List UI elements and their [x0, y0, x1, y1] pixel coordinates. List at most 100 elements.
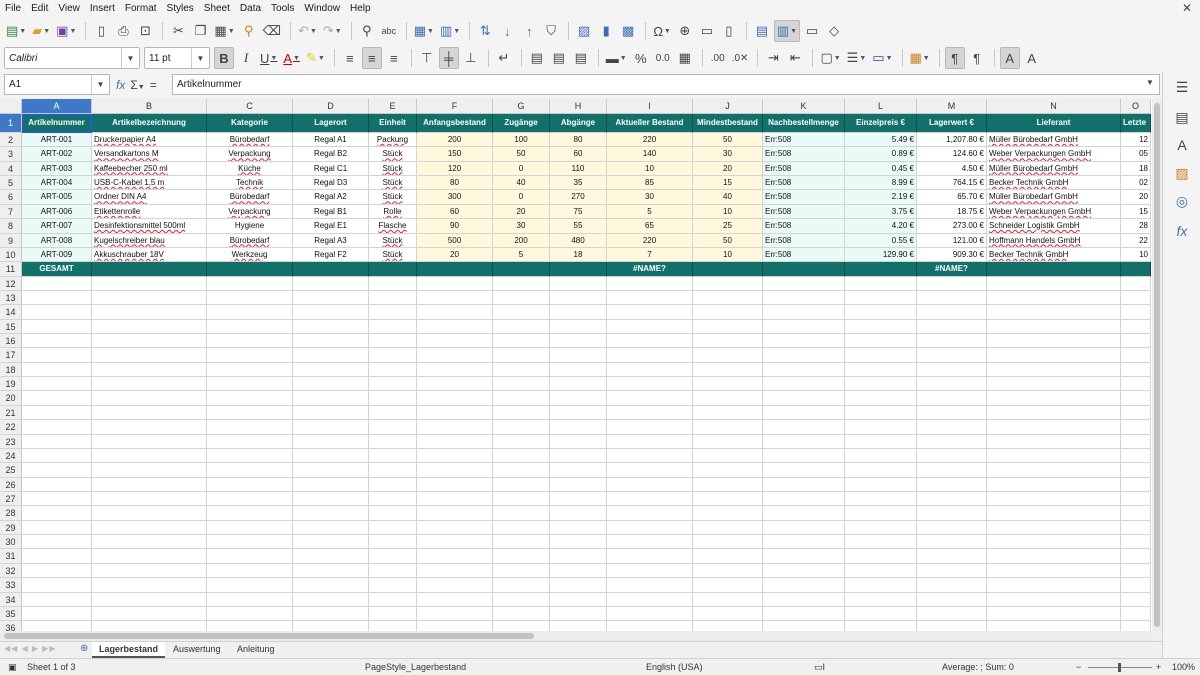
cell-d1[interactable]: Lagerort	[293, 114, 369, 133]
cell-h21[interactable]	[550, 405, 607, 421]
cell-h14[interactable]	[550, 305, 607, 320]
date-format-icon[interactable]: ▦	[675, 47, 695, 69]
cell-c9[interactable]: Bürobedarf	[207, 233, 293, 248]
cell-a19[interactable]	[22, 377, 92, 392]
navigator-icon[interactable]: ◎	[1173, 192, 1191, 210]
scroll-thumb[interactable]	[4, 633, 534, 639]
cell-e31[interactable]	[369, 549, 417, 564]
chevron-down-icon[interactable]: ▼	[191, 48, 209, 68]
cell-a12[interactable]	[22, 276, 92, 291]
cell-d12[interactable]	[293, 276, 369, 291]
cell-b32[interactable]	[92, 563, 207, 579]
cell-c25[interactable]	[207, 463, 293, 478]
name-box[interactable]: A1 ▼	[4, 74, 110, 95]
cell-f35[interactable]	[417, 606, 493, 622]
cell-o10[interactable]: 10	[1121, 247, 1151, 263]
cell-m28[interactable]	[917, 506, 987, 521]
cell-j23[interactable]	[693, 434, 763, 449]
cell-o21[interactable]	[1121, 405, 1151, 421]
cell-d35[interactable]	[293, 606, 369, 622]
cell-a22[interactable]	[22, 420, 92, 435]
cell-c21[interactable]	[207, 405, 293, 421]
cell-l27[interactable]	[845, 492, 917, 507]
row-header-22[interactable]: 22	[0, 420, 22, 435]
cell-k2[interactable]: Err:508	[763, 133, 845, 148]
cell-i30[interactable]	[607, 535, 693, 550]
cell-l32[interactable]	[845, 563, 917, 579]
cell-o1[interactable]: Letzte	[1121, 114, 1151, 133]
cell-i32[interactable]	[607, 563, 693, 579]
cell-d4[interactable]: Regal C1	[293, 161, 369, 177]
cell-m20[interactable]	[917, 391, 987, 406]
cell-h25[interactable]	[550, 463, 607, 478]
cell-e18[interactable]	[369, 362, 417, 378]
cell-b2[interactable]: Druckerpapier A4	[92, 133, 207, 148]
cell-a8[interactable]: ART-007	[22, 219, 92, 234]
cell-m2[interactable]: 1,207.80 €	[917, 133, 987, 148]
cell-m33[interactable]	[917, 578, 987, 593]
cell-g7[interactable]: 20	[493, 204, 550, 220]
cell-j25[interactable]	[693, 463, 763, 478]
cell-j19[interactable]	[693, 377, 763, 392]
clone-formatting-icon[interactable]: ⚲	[239, 20, 259, 42]
cell-k24[interactable]	[763, 448, 845, 464]
align-right-icon[interactable]: ≡	[384, 47, 404, 69]
cell-g26[interactable]	[493, 477, 550, 492]
menu-insert[interactable]: Insert	[85, 0, 120, 17]
define-print-area-icon[interactable]: ▤	[752, 20, 772, 42]
cell-l21[interactable]	[845, 405, 917, 421]
cell-d14[interactable]	[293, 305, 369, 320]
cell-l8[interactable]: 4.20 €	[845, 219, 917, 234]
cell-e1[interactable]: Einheit	[369, 114, 417, 133]
menu-icon[interactable]: ☰	[1173, 78, 1191, 96]
cell-k12[interactable]	[763, 276, 845, 291]
save-icon[interactable]: ▣ ▼	[54, 20, 78, 42]
cell-d9[interactable]: Regal A3	[293, 233, 369, 248]
bold-icon[interactable]: B	[214, 47, 234, 69]
cell-b28[interactable]	[92, 506, 207, 521]
cell-o5[interactable]: 02	[1121, 176, 1151, 191]
row-header-25[interactable]: 25	[0, 463, 22, 478]
cell-a34[interactable]	[22, 592, 92, 607]
cell-g12[interactable]	[493, 276, 550, 291]
cell-k3[interactable]: Err:508	[763, 147, 845, 162]
cell-k30[interactable]	[763, 535, 845, 550]
cell-l26[interactable]	[845, 477, 917, 492]
column-icon[interactable]: ▥ ▼	[438, 20, 462, 42]
formula-input[interactable]: Artikelnummer	[172, 74, 1160, 95]
cell-a36[interactable]	[22, 621, 92, 631]
paste-icon[interactable]: ▦ ▼	[212, 20, 236, 42]
cell-l20[interactable]	[845, 391, 917, 406]
row-header-6[interactable]: 6	[0, 190, 22, 205]
sort-descending-icon[interactable]: ↑	[519, 20, 539, 42]
cell-h9[interactable]: 480	[550, 233, 607, 248]
zoom-knob[interactable]	[1118, 663, 1121, 672]
cell-d6[interactable]: Regal A2	[293, 190, 369, 205]
cell-c22[interactable]	[207, 420, 293, 435]
cell-b7[interactable]: Etikettenrolle	[92, 204, 207, 220]
cell-j33[interactable]	[693, 578, 763, 593]
cell-e15[interactable]	[369, 319, 417, 335]
cell-l35[interactable]	[845, 606, 917, 622]
cell-o33[interactable]	[1121, 578, 1151, 593]
cell-a32[interactable]	[22, 563, 92, 579]
cell-d29[interactable]	[293, 520, 369, 536]
cell-j34[interactable]	[693, 592, 763, 607]
cell-i10[interactable]: 7	[607, 247, 693, 263]
styles-icon[interactable]: A	[1173, 136, 1191, 154]
cell-h20[interactable]	[550, 391, 607, 406]
cell-c15[interactable]	[207, 319, 293, 335]
menu-data[interactable]: Data	[235, 0, 266, 17]
cell-g14[interactable]	[493, 305, 550, 320]
cell-c24[interactable]	[207, 448, 293, 464]
cell-n22[interactable]	[987, 420, 1121, 435]
cell-a16[interactable]	[22, 334, 92, 349]
align-left-icon[interactable]: ≡	[340, 47, 360, 69]
cell-e9[interactable]: Stück	[369, 233, 417, 248]
cell-e21[interactable]	[369, 405, 417, 421]
menu-help[interactable]: Help	[345, 0, 376, 17]
cell-j8[interactable]: 25	[693, 219, 763, 234]
cell-b25[interactable]	[92, 463, 207, 478]
cell-b21[interactable]	[92, 405, 207, 421]
cell-a30[interactable]	[22, 535, 92, 550]
